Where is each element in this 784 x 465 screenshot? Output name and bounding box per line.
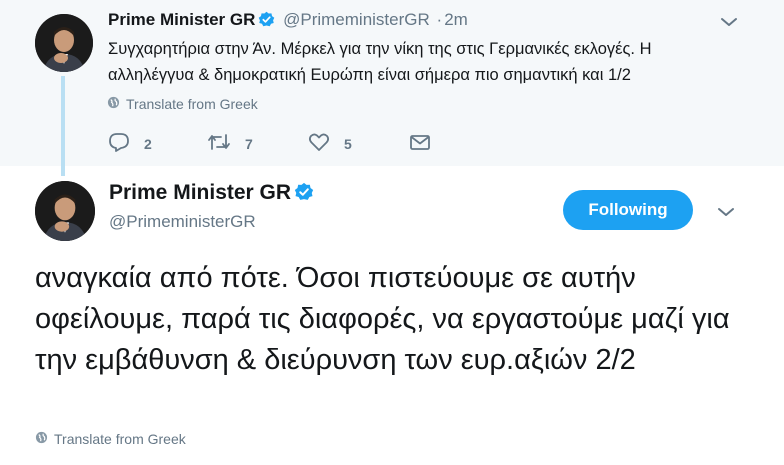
translate-label: Translate from Greek [54, 431, 186, 447]
reply-button[interactable]: 2 [108, 132, 152, 155]
display-name[interactable]: Prime Minister GR [108, 10, 255, 29]
display-name[interactable]: Prime Minister GR [109, 181, 291, 204]
envelope-icon [409, 132, 431, 155]
reply-icon [108, 132, 130, 155]
reply-tweet-text: Συγχαρητήρια στην Άν. Μέρκελ για την νίκ… [108, 40, 652, 84]
following-button[interactable]: Following [563, 190, 693, 230]
like-count: 5 [344, 135, 352, 152]
translate-link[interactable]: Translate from Greek [35, 431, 186, 447]
timestamp[interactable]: 2m [444, 10, 468, 29]
retweet-icon [207, 132, 231, 155]
thread-line [61, 76, 65, 176]
direct-message-button[interactable] [409, 132, 431, 155]
chevron-down-icon[interactable] [720, 15, 738, 27]
retweet-button[interactable]: 7 [207, 132, 253, 155]
retweet-count: 7 [245, 135, 253, 152]
avatar[interactable] [35, 14, 93, 72]
handle[interactable]: @PrimeministerGR [283, 10, 430, 29]
avatar[interactable] [35, 181, 95, 241]
verified-badge-icon [258, 11, 275, 33]
reply-tweet-header: Prime Minister GR @PrimeministerGR · 2m [108, 10, 468, 33]
main-tweet-text: αναγκαία από πότε. Όσοι πιστεύουμε σε αυ… [35, 262, 730, 376]
globe-icon [107, 96, 120, 112]
handle[interactable]: @PrimeministerGR [109, 212, 256, 232]
verified-badge-icon [294, 182, 314, 208]
translate-link[interactable]: Translate from Greek [107, 96, 258, 112]
dot-separator: · [436, 10, 443, 29]
chevron-down-icon[interactable] [717, 205, 735, 217]
main-tweet-author: Prime Minister GR [109, 181, 314, 208]
globe-icon [35, 431, 48, 447]
translate-label: Translate from Greek [126, 96, 258, 112]
reply-count: 2 [144, 135, 152, 152]
heart-icon [308, 132, 330, 155]
like-button[interactable]: 5 [308, 132, 352, 155]
